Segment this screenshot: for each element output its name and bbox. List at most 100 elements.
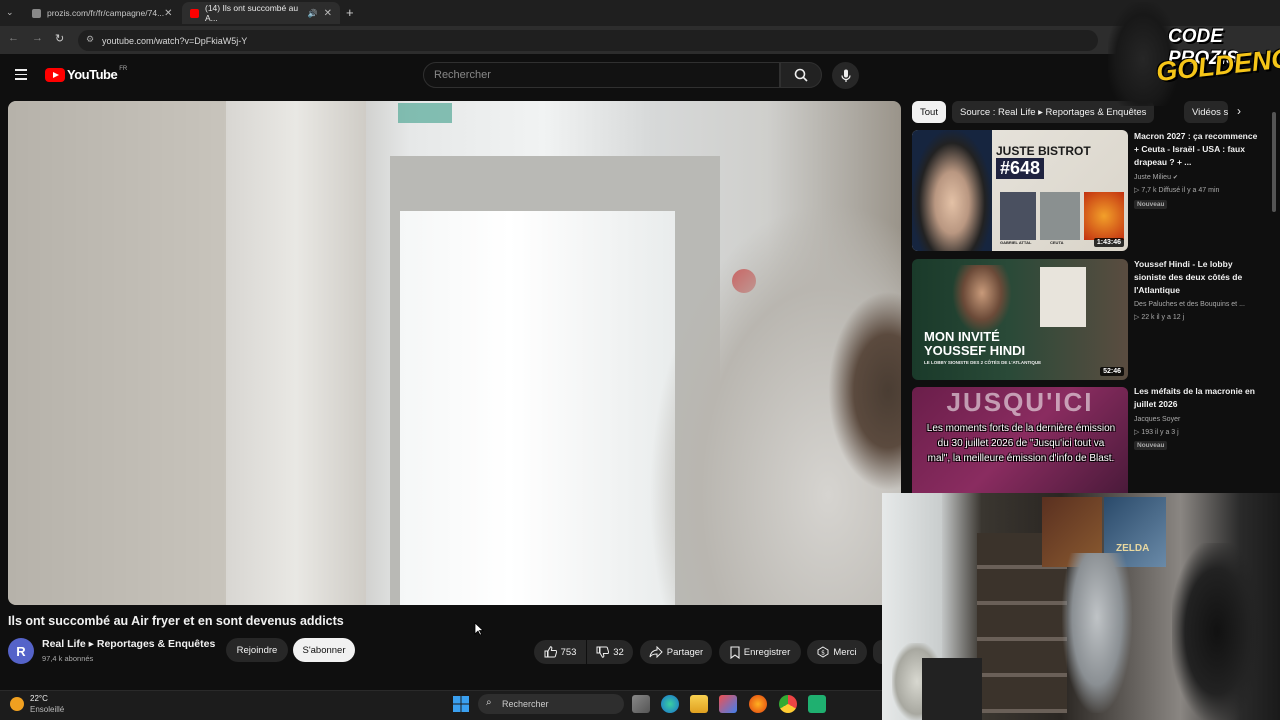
channel-avatar[interactable]: R <box>8 638 34 664</box>
new-tab-icon[interactable]: + <box>346 5 354 20</box>
webcam-stand <box>922 658 982 720</box>
save-button[interactable]: Enregistrer <box>719 640 801 664</box>
dislike-button[interactable]: 32 <box>587 640 633 664</box>
speaker-icon[interactable]: 🔊 <box>308 9 318 18</box>
youtube-logo[interactable]: YouTube FR <box>45 65 128 82</box>
video-title: Ils ont succombé au Air fryer et en sont… <box>8 614 344 628</box>
recommendation-thumbnail-3[interactable]: JUSQU'ICI Les moments forts de la derniè… <box>912 387 1128 493</box>
reload-icon[interactable]: ↻ <box>55 32 64 45</box>
edge-icon[interactable] <box>661 695 679 713</box>
super-thanks-icon: $ <box>817 646 829 658</box>
recommendation-channel-1[interactable]: Juste Milieu ✔ <box>1134 172 1264 184</box>
thanks-label: Merci <box>833 646 857 658</box>
recommendation-title-2[interactable]: Youssef Hindi - Le lobby sioniste des de… <box>1134 258 1262 297</box>
verified-icon: ✔ <box>1172 175 1178 181</box>
thumbs-down-icon <box>596 646 610 658</box>
new-badge: Nouveau <box>1134 441 1168 450</box>
search-button[interactable] <box>780 62 822 88</box>
store-icon[interactable] <box>719 695 737 713</box>
subscriber-count: 97,4 k abonnés <box>42 654 94 663</box>
close-icon[interactable]: ✕ <box>324 8 332 19</box>
subscribe-button[interactable]: S'abonner <box>293 638 355 662</box>
menu-icon[interactable] <box>15 69 27 83</box>
thumb-person <box>912 130 992 251</box>
recommendation-meta-2: ▷ 22 k il y a 12 j <box>1134 314 1185 321</box>
recommendation-title-3[interactable]: Les méfaits de la macronie en juillet 20… <box>1134 385 1262 411</box>
thumbs-up-icon <box>544 646 557 658</box>
thumb-caption: LE LOBBY SIONISTE DES 2 CÔTÉS DE L'ATLAN… <box>924 360 1042 365</box>
search-icon: ⌕ <box>486 697 492 708</box>
video-frame-exit-sign <box>398 103 452 123</box>
tab-youtube[interactable]: (14) Ils ont succombé au A... 🔊 ✕ <box>182 2 340 24</box>
webcam-avatar <box>1062 553 1132 713</box>
video-duration: 52:46 <box>1100 367 1124 376</box>
webcam-overlay: ZELDA <box>882 493 1280 720</box>
tab-label: (14) Ils ont succombé au A... <box>205 3 299 23</box>
task-view-icon[interactable] <box>632 695 650 713</box>
chevron-right-icon[interactable]: › <box>1237 104 1241 118</box>
channel-name[interactable]: Real Life ▸ Reportages & Enquêtes <box>42 638 215 650</box>
taskbar-search[interactable]: ⌕ Rechercher <box>478 694 624 714</box>
share-button[interactable]: Partager <box>640 640 712 664</box>
stream-logo-overlay: CODE PROZIS GOLDENG <box>1108 2 1280 106</box>
chrome-icon[interactable] <box>779 695 797 713</box>
voice-search-button[interactable] <box>832 62 859 89</box>
taskbar-search-label: Rechercher <box>502 699 549 709</box>
globe-icon <box>32 8 41 18</box>
youtube-favicon-icon <box>190 8 199 18</box>
recommendation-thumbnail-1[interactable]: JUSTE BISTROT #648 GABRIEL ATTAL CEUTA 1… <box>912 130 1128 251</box>
thumb-person <box>952 265 1012 335</box>
back-icon[interactable]: ← <box>8 32 19 44</box>
search-input[interactable]: Rechercher <box>423 62 780 88</box>
tab-prozis[interactable]: prozis.com/fr/fr/campagne/74... ✕ <box>24 2 180 24</box>
video-frame-hair <box>828 291 901 491</box>
thumb-caption: Les moments forts de la dernière émissio… <box>926 423 1116 464</box>
thanks-button[interactable]: $ Merci <box>807 640 867 664</box>
microphone-icon <box>840 69 851 82</box>
windows-start-icon[interactable] <box>452 695 470 713</box>
country-code: FR <box>119 65 128 72</box>
thumb-label-1: GABRIEL ATTAL <box>1000 240 1032 245</box>
like-button[interactable]: 753 <box>534 640 586 664</box>
close-icon[interactable]: ✕ <box>164 8 172 19</box>
chip-all[interactable]: Tout <box>912 101 946 123</box>
thumb-photo-3 <box>1084 192 1124 240</box>
firefox-icon[interactable] <box>749 695 767 713</box>
tab-list-icon[interactable]: ⌄ <box>6 7 14 18</box>
recommendation-meta-1: ▷ 7,7 k Diffusé il y a 47 min <box>1134 187 1220 194</box>
weather-description[interactable]: Ensoleillé <box>30 705 64 714</box>
recommendation-title-1[interactable]: Macron 2027 : ça recommence + Ceuta - Is… <box>1134 130 1262 169</box>
forward-icon[interactable]: → <box>32 32 43 44</box>
webcam-chair <box>1172 543 1262 720</box>
thumb-book <box>1040 267 1086 327</box>
share-icon <box>649 646 663 658</box>
thumb-heading: JUSQU'ICI <box>946 387 1094 417</box>
app-icon[interactable] <box>808 695 826 713</box>
thumb-heading: MON INVITÉ <box>924 329 1000 344</box>
like-count: 753 <box>560 646 577 658</box>
file-explorer-icon[interactable] <box>690 695 708 713</box>
recommendation-thumbnail-2[interactable]: MON INVITÉ YOUSSEF HINDI LE LOBBY SIONIS… <box>912 259 1128 380</box>
thumb-heading: JUSTE BISTROT <box>996 144 1091 158</box>
more-actions-button[interactable] <box>873 640 882 664</box>
site-info-icon[interactable]: ⚙ <box>86 34 94 45</box>
mouse-cursor-icon <box>474 622 484 636</box>
weather-sun-icon[interactable] <box>10 697 24 711</box>
youtube-play-icon <box>45 67 65 82</box>
recommendation-channel-3[interactable]: Jacques Soyer <box>1134 414 1264 426</box>
bookmark-icon <box>730 645 740 659</box>
address-bar[interactable]: ⚙ youtube.com/watch?v=DpFkiaW5j-Y <box>78 30 1098 51</box>
weather-temperature[interactable]: 22°C <box>30 694 48 703</box>
url-text: youtube.com/watch?v=DpFkiaW5j-Y <box>102 35 248 46</box>
scrollbar-thumb[interactable] <box>1272 112 1276 212</box>
search-icon <box>794 68 808 82</box>
recommendation-channel-2[interactable]: Des Paluches et des Bouquins et ... <box>1134 299 1264 311</box>
dislike-count: 32 <box>613 646 624 658</box>
channel-label: Juste Milieu <box>1134 174 1171 181</box>
join-button[interactable]: Rejoindre <box>226 638 288 662</box>
save-label: Enregistrer <box>743 646 791 658</box>
video-frame-door <box>400 211 675 605</box>
video-player[interactable] <box>8 101 901 605</box>
thumb-number: #648 <box>996 158 1045 179</box>
svg-text:$: $ <box>821 649 825 656</box>
